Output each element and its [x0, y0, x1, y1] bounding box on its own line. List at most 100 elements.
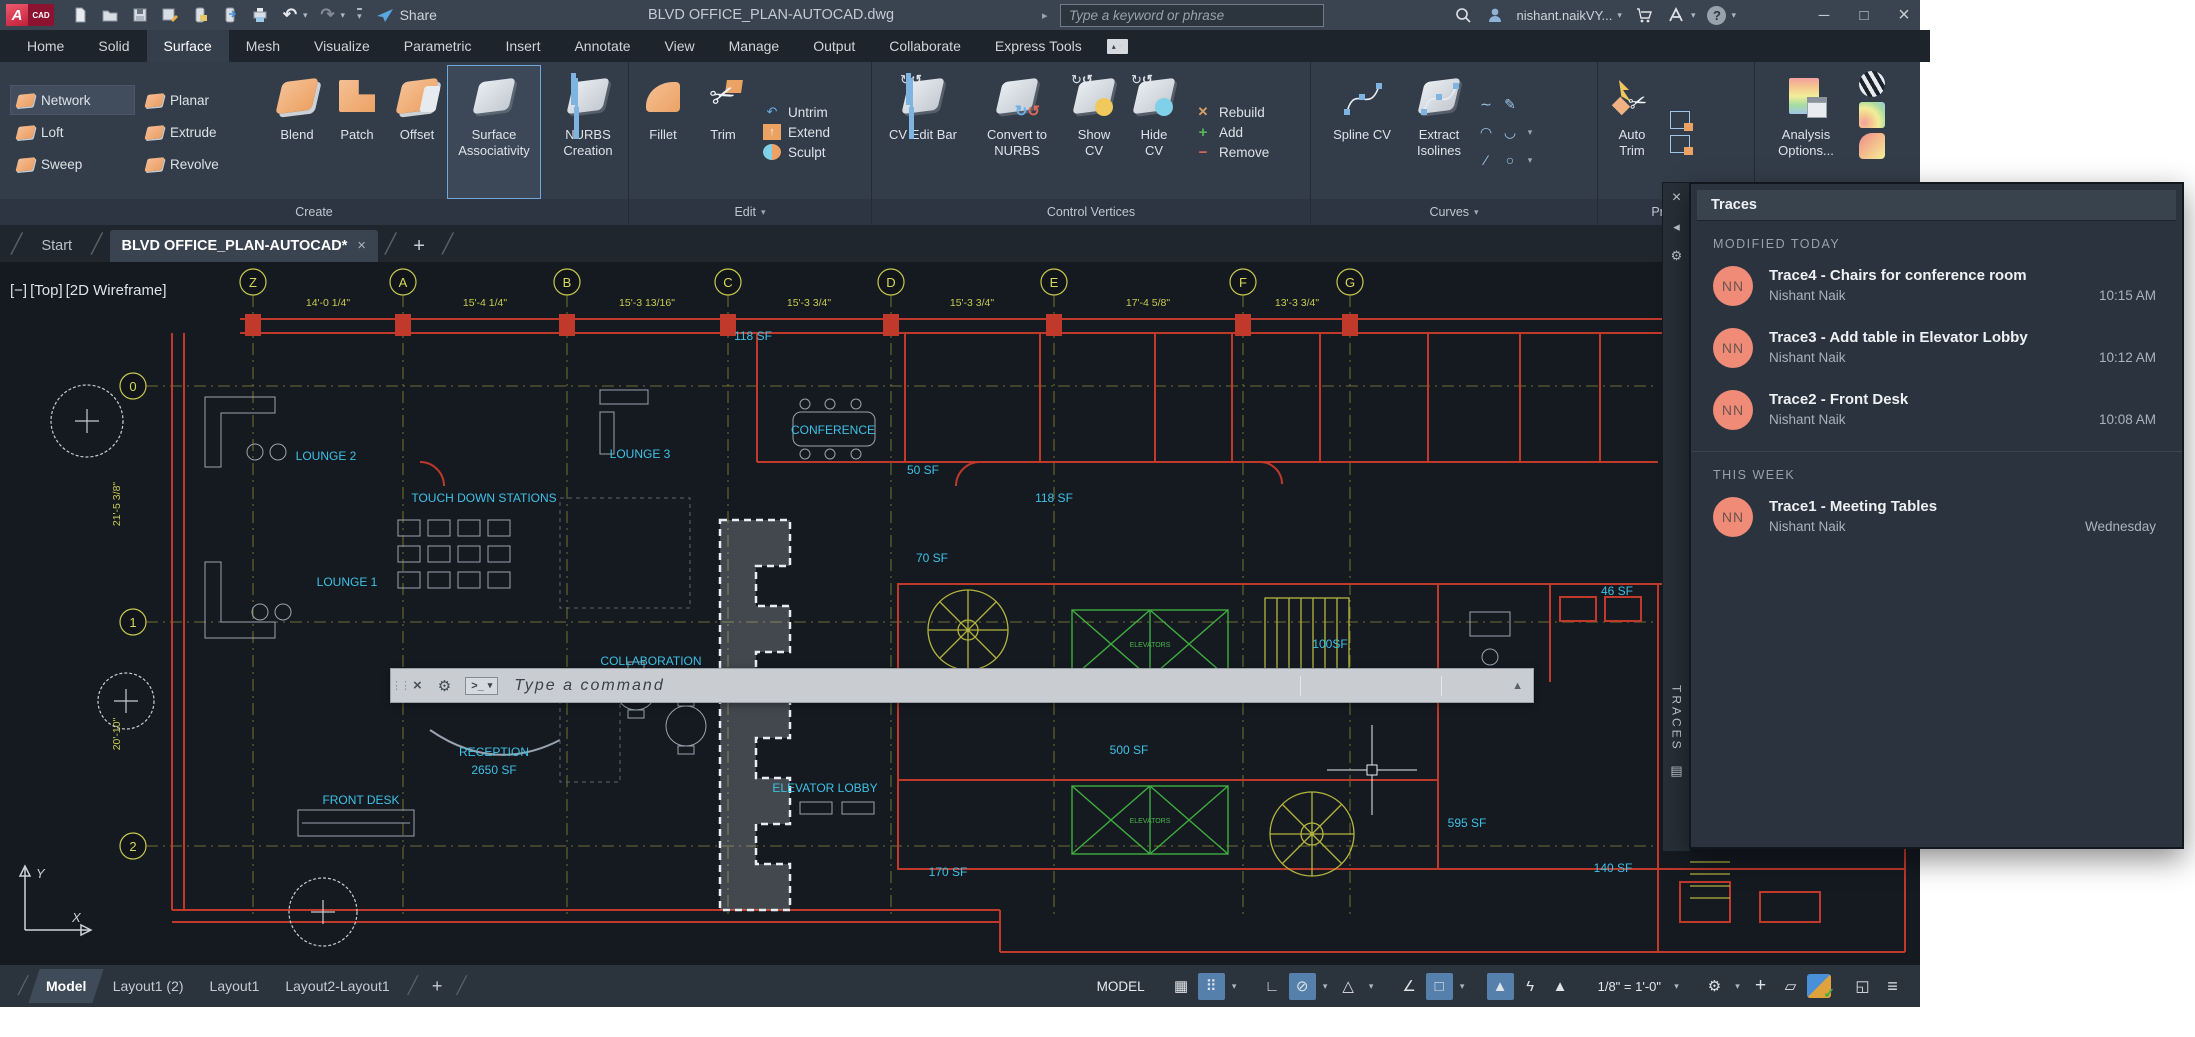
save-as-icon[interactable]	[160, 5, 180, 25]
trim-button[interactable]: ✂ Trim	[693, 65, 753, 199]
polar-dropdown[interactable]: ▾	[1319, 973, 1332, 1000]
isodraft-dropdown[interactable]: ▾	[1365, 973, 1378, 1000]
viewport-minus-control[interactable]: [−]	[10, 282, 27, 299]
redo-dropdown-icon[interactable]: ▾	[341, 10, 346, 21]
panel-label-curves[interactable]: Curves▾	[1311, 199, 1597, 225]
curve-tool-icon[interactable]: ∼	[1475, 91, 1497, 117]
user-name[interactable]: nishant.naikVY...	[1517, 8, 1613, 23]
ribbon-tab[interactable]: Visualize	[297, 30, 387, 62]
ribbon-tab[interactable]: Output	[796, 30, 872, 62]
help-dropdown-icon[interactable]: ▾	[1731, 10, 1736, 21]
grid-display-toggle[interactable]: ▦	[1168, 973, 1195, 1000]
snap-override-toggle[interactable]: ϟ	[1517, 973, 1544, 1000]
polar-tracking-toggle[interactable]: ⊘	[1289, 973, 1316, 1000]
osnap-dropdown[interactable]: ▾	[1456, 973, 1469, 1000]
cv-edit-bar-button[interactable]: ↻↺ CV Edit Bar	[876, 65, 970, 199]
open-file-icon[interactable]	[100, 5, 120, 25]
command-customize-wrench-icon[interactable]: ⚙	[430, 677, 459, 695]
curve-tool-icon[interactable]: ∕	[1475, 147, 1497, 173]
autodesk-logo-icon[interactable]	[1666, 5, 1686, 25]
ribbon-tab[interactable]: Solid	[81, 30, 146, 62]
ucs-icon[interactable]: Y X	[20, 866, 91, 935]
search-input[interactable]: Type a keyword or phrase	[1060, 4, 1324, 27]
command-history-up-icon[interactable]: ▲	[1512, 680, 1533, 692]
customization-menu-icon[interactable]: ≡	[1879, 973, 1906, 1000]
undo-dropdown-icon[interactable]: ▾	[303, 10, 308, 21]
offset-button[interactable]: Offset	[387, 65, 447, 199]
settings-gear-icon[interactable]: ⚙	[1701, 973, 1728, 1000]
project-geometry-icon[interactable]	[1670, 111, 1690, 129]
ribbon-tab[interactable]: Collaborate	[872, 30, 978, 62]
panel-label-create[interactable]: Create	[0, 199, 628, 225]
viewport-visual-style-control[interactable]: [2D Wireframe]	[66, 282, 167, 299]
search-icon[interactable]	[1453, 5, 1473, 25]
autosnap-toggle[interactable]: ▲	[1487, 973, 1514, 1000]
tracking-toggle[interactable]: ▲	[1547, 973, 1574, 1000]
ribbon-display-toggle[interactable]: ▴▾	[1107, 39, 1129, 54]
extrude-button[interactable]: Extrude	[139, 117, 259, 147]
blend-button[interactable]: Blend	[267, 65, 327, 199]
curve-tool-icon[interactable]: ▾	[1523, 147, 1537, 173]
palette-close-icon[interactable]: ×	[1667, 188, 1687, 208]
curve-tool-icon[interactable]: ◠	[1475, 119, 1497, 145]
palette-autohide-icon[interactable]: ◂	[1667, 217, 1687, 237]
layout-tab[interactable]: Model	[29, 969, 105, 1003]
palette-anchor-icon[interactable]: ▤	[1667, 761, 1687, 781]
workspace-switching-icon[interactable]: ▱	[1777, 973, 1804, 1000]
new-file-icon[interactable]	[70, 5, 90, 25]
ribbon-tab[interactable]: Manage	[712, 30, 797, 62]
isometric-drafting-toggle[interactable]: △	[1335, 973, 1362, 1000]
app-store-cart-icon[interactable]	[1634, 5, 1654, 25]
panel-label-control-vertices[interactable]: Control Vertices	[872, 199, 1310, 225]
add-button[interactable]: + Add	[1194, 124, 1269, 140]
command-input[interactable]: Type a command	[504, 677, 1230, 695]
trace-item[interactable]: NN Trace4 - Chairs for conference room N…	[1691, 255, 2182, 317]
command-grip-handle[interactable]: ⋮⋮	[391, 679, 405, 692]
plot-icon[interactable]	[250, 5, 270, 25]
selected-wall[interactable]	[720, 520, 790, 910]
fillet-button[interactable]: Fillet	[633, 65, 693, 199]
curve-tool-icon[interactable]: ◡	[1499, 119, 1521, 145]
nurbs-creation-toggle[interactable]: NURBS Creation	[541, 65, 635, 199]
redo-icon[interactable]: ↷	[318, 5, 338, 25]
user-dropdown-icon[interactable]: ▾	[1617, 10, 1622, 21]
trace-item[interactable]: NN Trace2 - Front Desk Nishant Naik 10:0…	[1691, 379, 2182, 441]
planar-button[interactable]: Planar	[139, 85, 259, 115]
scale-dropdown-icon[interactable]: ▾	[1670, 973, 1683, 1000]
object-snap-toggle[interactable]: □	[1426, 973, 1453, 1000]
file-tab-start[interactable]: Start	[29, 230, 84, 262]
loft-button[interactable]: Loft	[10, 117, 135, 147]
ribbon-tab[interactable]: Home	[10, 30, 81, 62]
close-button[interactable]: ×	[1890, 0, 1918, 30]
share-button[interactable]: Share	[376, 7, 437, 23]
draft-analysis-icon[interactable]	[1859, 133, 1885, 159]
save-icon[interactable]	[130, 5, 150, 25]
surface-associativity-toggle[interactable]: Surface Associativity	[447, 65, 541, 199]
trace-item[interactable]: NN Trace3 - Add table in Elevator Lobby …	[1691, 317, 2182, 379]
layout-tab[interactable]: Layout1 (2)	[101, 969, 196, 1003]
trace-item[interactable]: NN Trace1 - Meeting Tables Nishant Naik …	[1691, 486, 2182, 548]
model-space-button[interactable]: MODEL	[1087, 972, 1155, 1001]
layout-tab[interactable]: Layout2-Layout1	[273, 969, 401, 1003]
extend-button[interactable]: ↑ Extend	[763, 124, 830, 140]
project-to-view-icon[interactable]	[1670, 135, 1690, 153]
autodesk-dropdown-icon[interactable]: ▾	[1691, 10, 1696, 21]
graphics-performance-icon[interactable]	[1807, 974, 1831, 998]
untrim-button[interactable]: ↶ Untrim	[763, 104, 830, 120]
title-expand-icon[interactable]: ▸	[1042, 0, 1048, 30]
auto-trim-button[interactable]: ✂ Auto Trim	[1602, 65, 1662, 199]
spline-cv-button[interactable]: Spline CV	[1315, 65, 1409, 199]
open-from-web-mobile-icon[interactable]	[190, 5, 210, 25]
sculpt-button[interactable]: Sculpt	[763, 144, 830, 160]
save-to-web-mobile-icon[interactable]	[220, 5, 240, 25]
panel-label-edit[interactable]: Edit▾	[629, 199, 871, 225]
layout-tab[interactable]: Layout1	[198, 969, 272, 1003]
revolve-button[interactable]: Revolve	[139, 149, 259, 179]
rebuild-button[interactable]: ✕ Rebuild	[1194, 104, 1269, 120]
curvature-analysis-icon[interactable]	[1859, 102, 1885, 128]
curve-tool-icon[interactable]	[1523, 91, 1537, 117]
file-tab-active[interactable]: BLVD OFFICE_PLAN-AUTOCAD* ×	[110, 230, 378, 262]
traces-palette-titlebar[interactable]: × ◂ ⚙ TRACES ▤	[1662, 182, 1691, 852]
ribbon-tab[interactable]: Parametric	[387, 30, 489, 62]
undo-icon[interactable]: ↶	[280, 5, 300, 25]
